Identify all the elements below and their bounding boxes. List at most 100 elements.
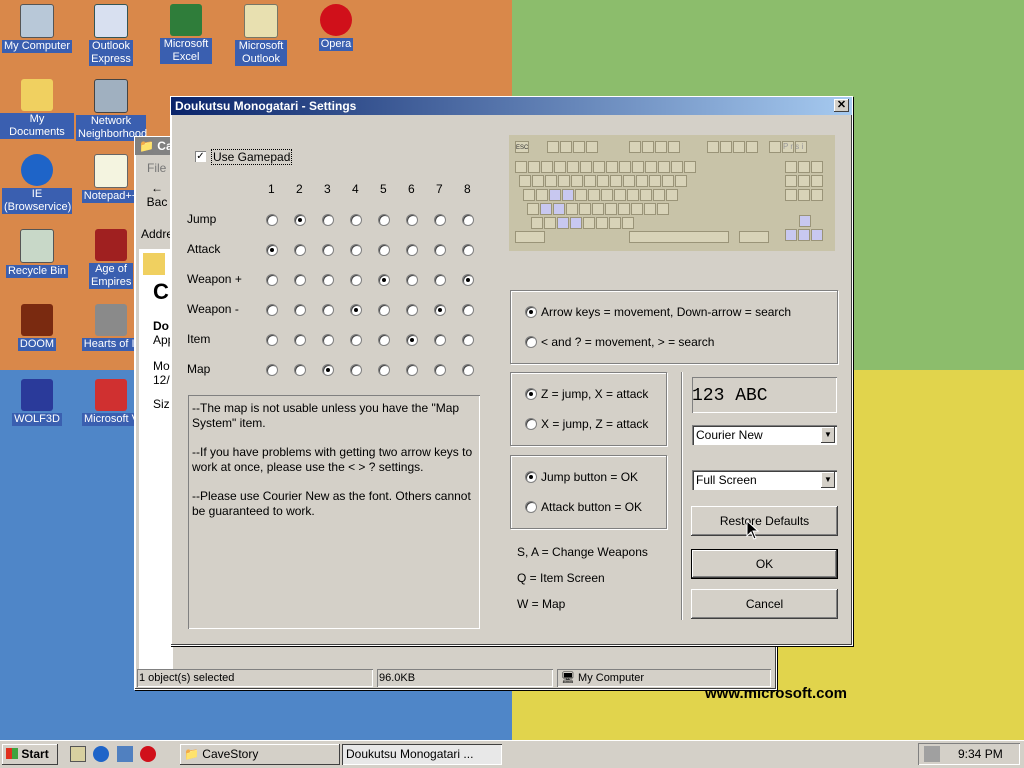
desktop-icon-my-computer[interactable]: My Computer <box>0 4 74 53</box>
ie-icon[interactable] <box>93 746 110 762</box>
display-mode-select[interactable]: Full Screen ▼ <box>692 470 837 490</box>
gamepad-column-header: 6 <box>408 182 415 196</box>
task-doukutsu-settings[interactable]: Doukutsu Monogatari ... <box>342 744 502 765</box>
radio-jump-ok[interactable] <box>525 471 537 483</box>
gamepad-radio[interactable] <box>350 274 362 286</box>
gamepad-radio[interactable] <box>266 244 278 256</box>
gamepad-radio[interactable] <box>294 244 306 256</box>
gamepad-radio[interactable] <box>378 334 390 346</box>
close-button[interactable]: ✕ <box>834 99 849 112</box>
keyboard-image: ESC P r s i <box>509 135 835 251</box>
desktop-icon-network[interactable]: Network Neighborhood <box>74 79 148 141</box>
key <box>610 175 622 187</box>
gamepad-radio[interactable] <box>434 244 446 256</box>
tray-icon[interactable] <box>924 746 940 762</box>
gamepad-radio[interactable] <box>462 274 474 286</box>
key <box>642 141 654 153</box>
gamepad-radio[interactable] <box>350 304 362 316</box>
gamepad-radio[interactable] <box>406 214 418 226</box>
ie-icon <box>21 154 53 186</box>
gamepad-radio[interactable] <box>462 214 474 226</box>
font-select[interactable]: Courier New ▼ <box>692 425 837 445</box>
gamepad-radio[interactable] <box>322 304 334 316</box>
computer-icon: 🖥 <box>561 672 575 684</box>
show-desktop-icon[interactable] <box>70 746 86 762</box>
gamepad-radio[interactable] <box>406 334 418 346</box>
key <box>655 141 667 153</box>
quicklaunch <box>70 746 170 764</box>
gamepad-radio[interactable] <box>322 334 334 346</box>
desktop-icon-recycle-bin[interactable]: Recycle Bin <box>0 229 74 278</box>
gamepad-radio[interactable] <box>434 304 446 316</box>
gamepad-radio[interactable] <box>350 214 362 226</box>
dialog-titlebar[interactable]: Doukutsu Monogatari - Settings ✕ <box>171 97 852 115</box>
gamepad-radio[interactable] <box>322 214 334 226</box>
gamepad-radio[interactable] <box>266 364 278 376</box>
gamepad-radio[interactable] <box>406 364 418 376</box>
use-gamepad-checkbox[interactable]: ✓ <box>195 151 206 162</box>
gamepad-radio[interactable] <box>462 334 474 346</box>
desktop-icon-ie[interactable]: IE (Browservice) <box>0 154 74 214</box>
gamepad-radio[interactable] <box>266 304 278 316</box>
gamepad-radio[interactable] <box>294 364 306 376</box>
gamepad-radio[interactable] <box>378 304 390 316</box>
gamepad-radio[interactable] <box>322 364 334 376</box>
gamepad-radio[interactable] <box>378 274 390 286</box>
gamepad-radio[interactable] <box>462 244 474 256</box>
cancel-button[interactable]: Cancel <box>691 589 838 619</box>
outlook-express-icon[interactable] <box>116 746 133 762</box>
gamepad-radio[interactable] <box>266 214 278 226</box>
gamepad-radio[interactable] <box>322 244 334 256</box>
ok-button[interactable]: OK <box>691 549 838 579</box>
gamepad-radio[interactable] <box>294 214 306 226</box>
radio-bracket-keys[interactable] <box>525 336 537 348</box>
gamepad-radio[interactable] <box>350 364 362 376</box>
desktop-icon-wolf3d[interactable]: WOLF3D <box>0 379 74 426</box>
desktop-icon-opera[interactable]: Opera <box>299 4 373 51</box>
gamepad-radio[interactable] <box>406 244 418 256</box>
chevron-down-icon[interactable]: ▼ <box>821 427 835 443</box>
gamepad-radio[interactable] <box>350 244 362 256</box>
arrow-key <box>811 229 823 241</box>
gamepad-radio[interactable] <box>350 334 362 346</box>
gamepad-radio[interactable] <box>322 274 334 286</box>
gamepad-radio[interactable] <box>434 274 446 286</box>
radio-attack-ok[interactable] <box>525 501 537 513</box>
gamepad-radio[interactable] <box>406 304 418 316</box>
gamepad-radio[interactable] <box>462 364 474 376</box>
opera-icon[interactable] <box>140 746 157 762</box>
notes-box: --The map is not usable unless you have … <box>188 395 480 629</box>
desktop-icon-doom[interactable]: DOOM <box>0 304 74 351</box>
gamepad-radio[interactable] <box>294 304 306 316</box>
gamepad-radio[interactable] <box>434 364 446 376</box>
desktop-icon-outlook-express[interactable]: Outlook Express <box>74 4 148 66</box>
gamepad-radio[interactable] <box>294 334 306 346</box>
radio-arrow-keys[interactable] <box>525 306 537 318</box>
key <box>622 217 634 229</box>
radio-z-jump[interactable] <box>525 388 537 400</box>
gamepad-radio[interactable] <box>434 214 446 226</box>
desktop-icon-outlook[interactable]: Microsoft Outlook <box>224 4 298 66</box>
gamepad-radio[interactable] <box>434 334 446 346</box>
key <box>606 161 618 173</box>
desktop-icon-excel[interactable]: Microsoft Excel <box>149 4 223 64</box>
gamepad-radio[interactable] <box>266 334 278 346</box>
gamepad-radio[interactable] <box>378 244 390 256</box>
task-cavestory[interactable]: 📁 CaveStory <box>180 744 340 765</box>
gamepad-radio[interactable] <box>266 274 278 286</box>
restore-defaults-button[interactable]: Restore Defaults <box>691 506 838 536</box>
gamepad-radio[interactable] <box>378 214 390 226</box>
key <box>769 141 781 153</box>
start-button[interactable]: Start <box>2 744 58 765</box>
key <box>668 141 680 153</box>
gamepad-radio[interactable] <box>406 274 418 286</box>
menu-file[interactable]: File <box>147 161 166 175</box>
desktop-icon-my-documents[interactable]: My Documents <box>0 79 74 139</box>
chevron-down-icon[interactable]: ▼ <box>821 472 835 488</box>
gamepad-radio[interactable] <box>378 364 390 376</box>
radio-x-jump[interactable] <box>525 418 537 430</box>
gamepad-radio[interactable] <box>294 274 306 286</box>
settings-dialog[interactable]: Doukutsu Monogatari - Settings ✕ ✓ Use G… <box>170 96 853 646</box>
gamepad-radio[interactable] <box>462 304 474 316</box>
key <box>662 175 674 187</box>
